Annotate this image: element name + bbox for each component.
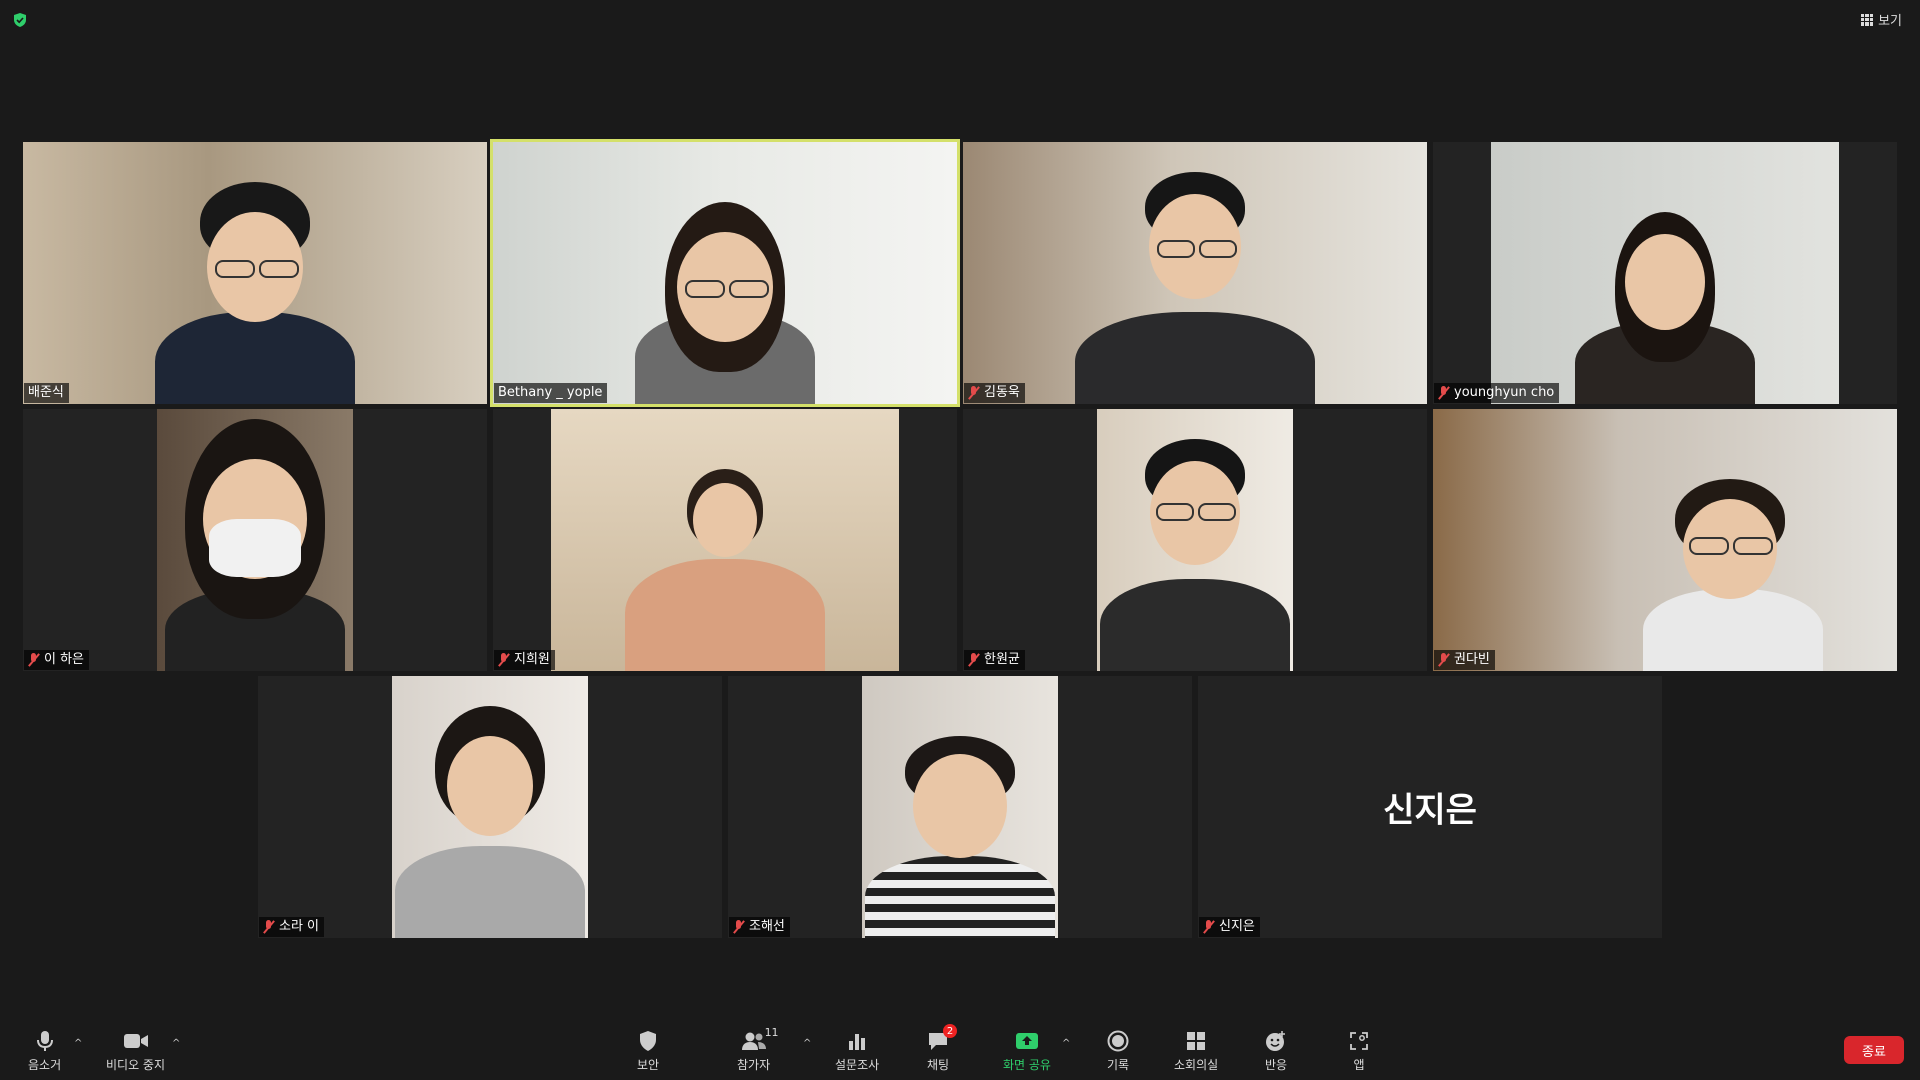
stop-video-label: 비디오 중지 (106, 1058, 166, 1072)
participant-name: 권다빈 (1454, 652, 1490, 667)
mute-label: 음소거 (28, 1058, 62, 1072)
muted-mic-icon (968, 653, 980, 667)
participant-name: 신지은 (1219, 919, 1255, 934)
muted-mic-icon (1203, 920, 1215, 934)
breakout-rooms-icon (1186, 1030, 1206, 1052)
participant-nametag: 한원균 (964, 650, 1025, 670)
participant-nametag: 권다빈 (1434, 650, 1495, 670)
participant-name: 배준식 (28, 385, 64, 400)
meeting-toolbar: 음소거 ^ 비디오 중지 ^ 보안 11 참가자 ^ 설문조사 2 채팅 화면 … (0, 1018, 1920, 1080)
shield-icon (639, 1030, 657, 1052)
participants-button[interactable]: 11 참가자 (737, 1026, 779, 1073)
participant-video (862, 676, 1058, 938)
apps-label: 앱 (1353, 1058, 1365, 1072)
participant-video (392, 676, 588, 938)
polls-button[interactable]: 설문조사 (835, 1030, 879, 1073)
video-tile[interactable]: 지희원 (493, 409, 957, 671)
participant-video (157, 409, 353, 671)
participant-name: 김동욱 (984, 385, 1020, 400)
muted-mic-icon (968, 386, 980, 400)
apps-button[interactable]: 앱 (1349, 1030, 1369, 1073)
participant-nametag: 배준식 (24, 383, 69, 403)
participant-name: 한원균 (984, 652, 1020, 667)
video-tile[interactable]: 조해선 (728, 676, 1192, 938)
security-label: 보안 (637, 1058, 660, 1072)
people-icon: 11 (741, 1026, 779, 1052)
participant-name: younghyun cho (1454, 385, 1555, 400)
video-tile-no-video[interactable]: 신지은 신지은 (1198, 676, 1662, 938)
security-button[interactable]: 보안 (637, 1030, 659, 1073)
participant-name: Bethany _ yople (498, 385, 603, 400)
record-button[interactable]: 기록 (1107, 1030, 1129, 1073)
participants-options-caret[interactable]: ^ (803, 1038, 811, 1049)
participant-nametag: younghyun cho (1434, 383, 1560, 403)
muted-mic-icon (1438, 386, 1450, 400)
participants-label: 참가자 (737, 1058, 771, 1072)
smiley-icon (1265, 1030, 1287, 1052)
participant-video (551, 409, 899, 671)
share-screen-icon (1015, 1030, 1039, 1052)
polls-label: 설문조사 (835, 1058, 880, 1072)
breakout-rooms-button[interactable]: 소회의실 (1174, 1030, 1218, 1073)
chat-label: 채팅 (927, 1058, 950, 1072)
video-tile[interactable]: 소라 이 (258, 676, 722, 938)
audio-options-caret[interactable]: ^ (74, 1038, 82, 1049)
share-screen-label: 화면 공유 (1003, 1058, 1051, 1072)
participant-name: 조해선 (749, 919, 785, 934)
participant-video (963, 142, 1427, 404)
participants-count: 11 (764, 1026, 779, 1039)
grid-view-icon (1861, 13, 1874, 26)
participant-video (23, 142, 487, 404)
breakout-rooms-label: 소회의실 (1174, 1058, 1219, 1072)
chat-bubble-icon: 2 (927, 1024, 958, 1052)
participant-nametag: 소라 이 (259, 917, 325, 937)
video-options-caret[interactable]: ^ (172, 1038, 180, 1049)
muted-mic-icon (1438, 653, 1450, 667)
reactions-label: 반응 (1265, 1058, 1288, 1072)
participant-name: 소라 이 (279, 919, 320, 934)
video-tile[interactable]: 권다빈 (1433, 409, 1897, 671)
participant-name: 이 하은 (44, 652, 85, 667)
view-label: 보기 (1878, 14, 1902, 29)
participant-nametag: 지희원 (494, 650, 555, 670)
participant-nametag: 이 하은 (24, 650, 90, 670)
video-tile[interactable]: 배준식 (23, 142, 487, 404)
participant-video (1097, 409, 1293, 671)
record-label: 기록 (1107, 1058, 1130, 1072)
microphone-icon (36, 1030, 54, 1052)
muted-mic-icon (263, 920, 275, 934)
video-tile[interactable]: 이 하은 (23, 409, 487, 671)
participant-video (493, 142, 957, 404)
reactions-button[interactable]: 반응 (1265, 1030, 1287, 1073)
video-camera-icon (123, 1030, 149, 1052)
stop-video-button[interactable]: 비디오 중지 (106, 1030, 165, 1073)
participant-video (1491, 142, 1839, 404)
participant-nametag: Bethany _ yople (494, 383, 608, 403)
record-icon (1107, 1030, 1129, 1052)
security-shield-icon (14, 13, 26, 27)
participant-nametag: 김동욱 (964, 383, 1025, 403)
view-button[interactable]: 보기 (1861, 10, 1902, 29)
muted-mic-icon (498, 653, 510, 667)
mute-button[interactable]: 음소거 (28, 1030, 61, 1073)
video-tile[interactable]: 한원균 (963, 409, 1427, 671)
chat-unread-badge: 2 (943, 1024, 958, 1038)
apps-icon (1349, 1030, 1369, 1052)
chat-button[interactable]: 2 채팅 (927, 1024, 958, 1073)
end-meeting-label: 종료 (1862, 1044, 1886, 1060)
video-tile[interactable]: younghyun cho (1433, 142, 1897, 404)
participant-video (1433, 409, 1897, 671)
muted-mic-icon (733, 920, 745, 934)
participant-name: 지희원 (514, 652, 550, 667)
share-screen-button[interactable]: 화면 공유 (1003, 1030, 1051, 1073)
video-tile-active-speaker[interactable]: Bethany _ yople (490, 139, 960, 407)
video-tile[interactable]: 김동욱 (963, 142, 1427, 404)
end-meeting-button[interactable]: 종료 (1844, 1036, 1904, 1064)
share-options-caret[interactable]: ^ (1062, 1038, 1070, 1049)
participant-display-name: 신지은 (1383, 790, 1477, 831)
muted-mic-icon (28, 653, 40, 667)
bar-chart-icon (847, 1030, 867, 1052)
participant-nametag: 신지은 (1199, 917, 1260, 937)
participant-nametag: 조해선 (729, 917, 790, 937)
